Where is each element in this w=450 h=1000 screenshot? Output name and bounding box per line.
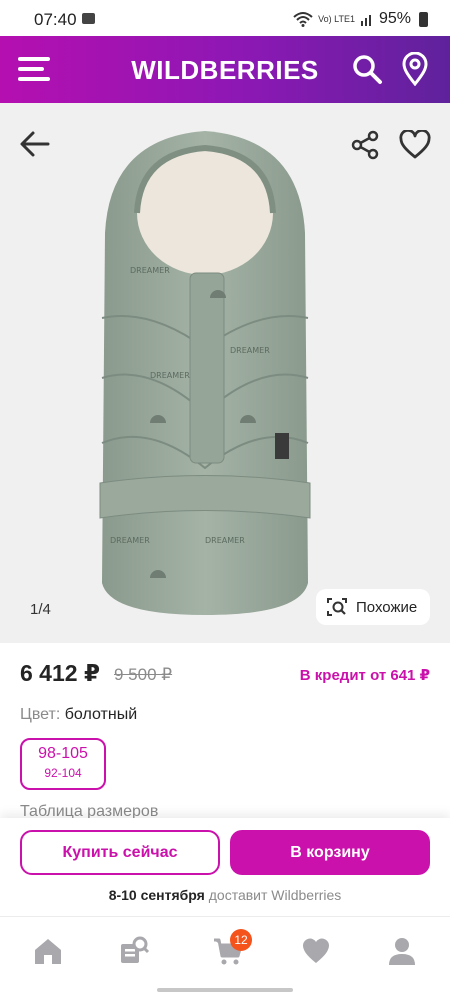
favorites-icon[interactable] (300, 935, 332, 967)
size-option[interactable]: 98-105 92-104 (20, 738, 106, 790)
add-to-cart-button[interactable]: В корзину (230, 830, 430, 875)
old-price: 9 500 ₽ (114, 665, 173, 684)
cart-badge: 12 (230, 929, 252, 951)
similar-button[interactable]: Похожие (316, 589, 430, 625)
buy-now-button[interactable]: Купить сейчас (20, 830, 220, 875)
location-icon[interactable] (399, 52, 431, 86)
current-price: 6 412 ₽ (20, 660, 100, 686)
color-row: Цвет: болотный (20, 706, 137, 724)
network-label: Vo) LTE1 (318, 14, 355, 24)
back-arrow-icon[interactable] (18, 127, 52, 161)
credit-link[interactable]: В кредит от 641 ₽ (300, 666, 430, 684)
search-icon[interactable] (351, 52, 383, 86)
action-bar: Купить сейчас В корзину 8-10 сентября до… (0, 818, 450, 916)
status-right: Vo) LTE1 95% (293, 10, 428, 28)
product-image[interactable]: DREAMER DREAMER DREAMER DREAMER DREAMER (90, 123, 320, 623)
svg-text:DREAMER: DREAMER (205, 536, 245, 545)
home-icon[interactable] (32, 935, 64, 967)
share-icon[interactable] (350, 130, 380, 160)
similar-label: Похожие (356, 598, 418, 616)
wifi-icon (293, 12, 313, 27)
battery-percent: 95% (378, 10, 411, 27)
svg-text:DREAMER: DREAMER (150, 371, 190, 380)
catalog-icon[interactable] (118, 935, 150, 967)
product-gallery[interactable]: DREAMER DREAMER DREAMER DREAMER DREAMER … (0, 103, 450, 643)
size-sub: 92-104 (44, 766, 82, 780)
signal-icon (360, 15, 371, 26)
status-bar: 07:40 Vo) LTE1 95% (0, 0, 450, 36)
delivery-info: 8-10 сентября доставит Wildberries (0, 887, 450, 903)
gallery-notification-icon (82, 13, 95, 24)
size-main: 98-105 (38, 745, 88, 762)
delivery-date: 8-10 сентября (108, 887, 205, 903)
image-counter: 1/4 (30, 601, 51, 618)
bottom-nav: 12 (0, 916, 450, 986)
svg-text:DREAMER: DREAMER (230, 346, 270, 355)
color-label: Цвет: (20, 706, 61, 723)
color-value: болотный (64, 706, 138, 723)
svg-text:DREAMER: DREAMER (110, 536, 150, 545)
app-header: WILDBERRIES (0, 36, 450, 103)
status-time: 07:40 (34, 10, 77, 29)
visual-search-icon (327, 598, 347, 616)
battery-icon (419, 11, 428, 27)
profile-icon[interactable] (386, 935, 418, 967)
home-indicator[interactable] (157, 988, 293, 992)
delivery-text: доставит Wildberries (208, 887, 342, 903)
svg-text:DREAMER: DREAMER (130, 266, 170, 275)
heart-icon[interactable] (399, 130, 431, 160)
